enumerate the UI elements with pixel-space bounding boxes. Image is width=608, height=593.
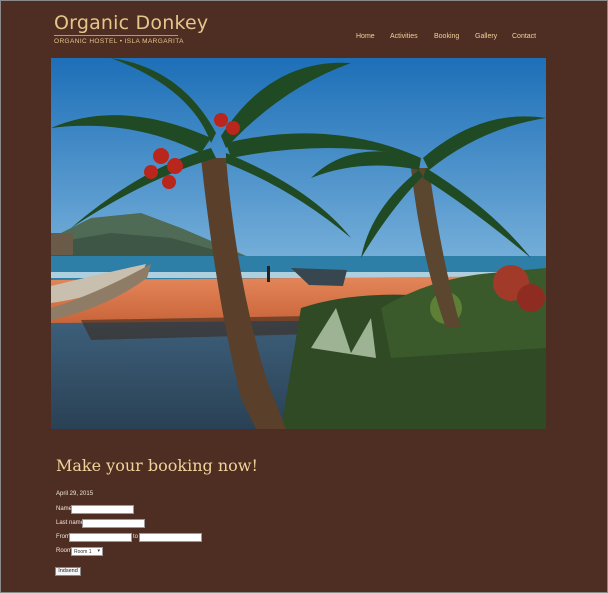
- dates-row: From to: [56, 533, 256, 543]
- nav-booking[interactable]: Booking: [434, 33, 459, 40]
- lastname-label: Last name: [56, 520, 85, 526]
- nav-activities[interactable]: Activities: [390, 33, 418, 40]
- name-label: Name: [56, 506, 73, 512]
- submit-button[interactable]: Indsend: [55, 567, 81, 576]
- to-label: to: [133, 534, 139, 540]
- nav-contact[interactable]: Contact: [512, 33, 536, 40]
- nav-gallery[interactable]: Gallery: [475, 33, 497, 40]
- hero-beach-photo: [51, 58, 546, 429]
- lastname-field[interactable]: [82, 519, 145, 528]
- to-date-field[interactable]: [139, 533, 202, 542]
- booking-date: April 29, 2015: [56, 491, 94, 497]
- room-select[interactable]: Room 1 ▾: [71, 547, 103, 556]
- nav-home[interactable]: Home: [356, 33, 375, 40]
- from-label: From: [56, 534, 70, 540]
- beach-photo-icon: [51, 58, 546, 429]
- booking-heading: Make your booking now!: [56, 456, 258, 475]
- name-row: Name: [56, 505, 256, 515]
- room-select-value: Room 1: [74, 549, 92, 555]
- logo-title: Organic Donkey: [54, 12, 209, 34]
- room-row: Room Room 1 ▾: [56, 547, 256, 557]
- chevron-down-icon: ▾: [97, 548, 100, 554]
- name-field[interactable]: [71, 505, 134, 514]
- from-date-field[interactable]: [69, 533, 132, 542]
- main-nav: Home Activities Booking Gallery Contact: [0, 33, 608, 45]
- lastname-row: Last name: [56, 519, 256, 529]
- room-label: Room: [56, 548, 73, 554]
